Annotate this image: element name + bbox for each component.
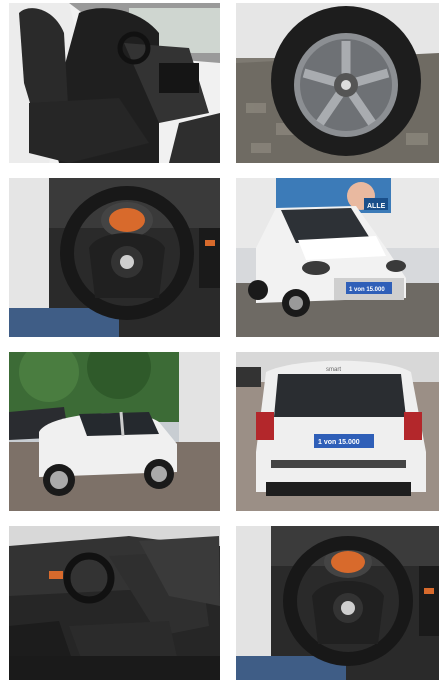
left-taillight (256, 412, 274, 440)
photo-steering-wheel-closeup[interactable] (236, 526, 439, 680)
photo-interior-seats[interactable] (9, 3, 220, 163)
steering-wheel-image (9, 178, 220, 337)
interior-seats-image (9, 3, 220, 163)
rear-exterior-image: smart 1 von 15.000 (236, 352, 439, 511)
photo-wheel-rim[interactable] (236, 3, 439, 163)
side-exterior-image (9, 352, 220, 511)
interior-cabin-image (9, 526, 220, 680)
photo-interior-cabin[interactable] (9, 526, 220, 680)
front-plate-text: 1 von 15.000 (349, 287, 385, 293)
photo-side-exterior[interactable] (9, 352, 220, 511)
wheel-rim-image (236, 3, 439, 163)
right-taillight (404, 412, 422, 440)
poster-text: ALLE (367, 203, 386, 210)
photo-steering-wheel[interactable] (9, 178, 220, 337)
front-exterior-image: ALLE 1 von 15.000 (236, 178, 439, 337)
steering-wheel-closeup-image (236, 526, 439, 680)
brand-badge: smart (326, 367, 341, 373)
photo-front-exterior[interactable]: ALLE 1 von 15.000 (236, 178, 439, 337)
rear-plate-text: 1 von 15.000 (318, 439, 360, 446)
photo-rear-exterior[interactable]: smart 1 von 15.000 (236, 352, 439, 511)
